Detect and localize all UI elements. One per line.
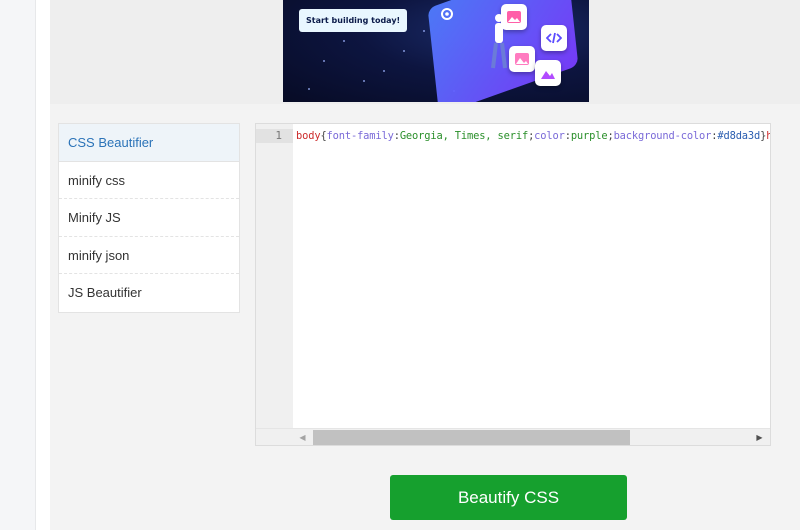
person-illustration bbox=[491, 14, 507, 69]
code-value: #d8da3d bbox=[717, 130, 761, 142]
left-gutter bbox=[0, 0, 36, 530]
star-decor bbox=[343, 40, 345, 42]
code-property: background-color bbox=[613, 130, 712, 142]
sidebar-item-minify-json[interactable]: minify json bbox=[59, 237, 239, 275]
line-number: 1 bbox=[256, 129, 293, 143]
line-number-gutter: 1 bbox=[256, 124, 293, 428]
mountain-card-icon bbox=[535, 60, 561, 86]
code-value: Georgia, Times, serif bbox=[399, 130, 529, 142]
sidebar-item-label: minify css bbox=[68, 172, 126, 188]
sidebar-item-label: Minify JS bbox=[68, 210, 121, 226]
star-decor bbox=[403, 50, 405, 52]
star-decor bbox=[383, 70, 385, 72]
star-decor bbox=[363, 80, 365, 82]
tool-section: CSS Beautifier minify css Minify JS mini… bbox=[50, 104, 800, 530]
sidebar-item-js-beautifier[interactable]: JS Beautifier bbox=[59, 274, 239, 312]
photo-card-icon bbox=[509, 46, 535, 72]
code-line[interactable]: body{font-family:Georgia, Times, serif;c… bbox=[296, 129, 770, 143]
code-property: font-family bbox=[326, 130, 394, 142]
code-editor[interactable]: 1 body{font-family:Georgia, Times, serif… bbox=[255, 123, 771, 446]
sidebar-item-minify-css[interactable]: minify css bbox=[59, 162, 239, 200]
beautify-css-button[interactable]: Beautify CSS bbox=[390, 475, 627, 520]
sidebar-item-css-beautifier[interactable]: CSS Beautifier bbox=[59, 124, 239, 162]
sidebar-item-label: CSS Beautifier bbox=[68, 135, 154, 150]
code-selector: h1 bbox=[766, 130, 770, 142]
code-value: purple bbox=[570, 130, 608, 142]
star-decor bbox=[423, 30, 425, 32]
ad-badge: Start building today! bbox=[299, 9, 408, 32]
horizontal-scrollbar[interactable]: ◀ ▶ bbox=[256, 428, 770, 445]
code-card-icon bbox=[541, 25, 567, 51]
code-property: color bbox=[534, 130, 565, 142]
ad-banner[interactable]: Start building today! bbox=[283, 0, 589, 102]
scroll-right-icon[interactable]: ▶ bbox=[751, 429, 768, 446]
code-selector: body bbox=[296, 130, 321, 142]
scroll-left-icon[interactable]: ◀ bbox=[294, 429, 311, 446]
banner-strip: Start building today! bbox=[50, 0, 800, 104]
sidebar-item-label: JS Beautifier bbox=[68, 285, 142, 301]
gear-icon bbox=[441, 8, 453, 20]
star-decor bbox=[308, 88, 310, 90]
tool-sidebar: CSS Beautifier minify css Minify JS mini… bbox=[58, 123, 240, 313]
content-area: Start building today! CSS Beautifier min… bbox=[36, 0, 800, 530]
scrollbar-thumb[interactable] bbox=[313, 430, 630, 445]
sidebar-item-label: minify json bbox=[68, 247, 130, 263]
star-decor bbox=[323, 60, 325, 62]
sidebar-item-minify-js[interactable]: Minify JS bbox=[59, 199, 239, 237]
